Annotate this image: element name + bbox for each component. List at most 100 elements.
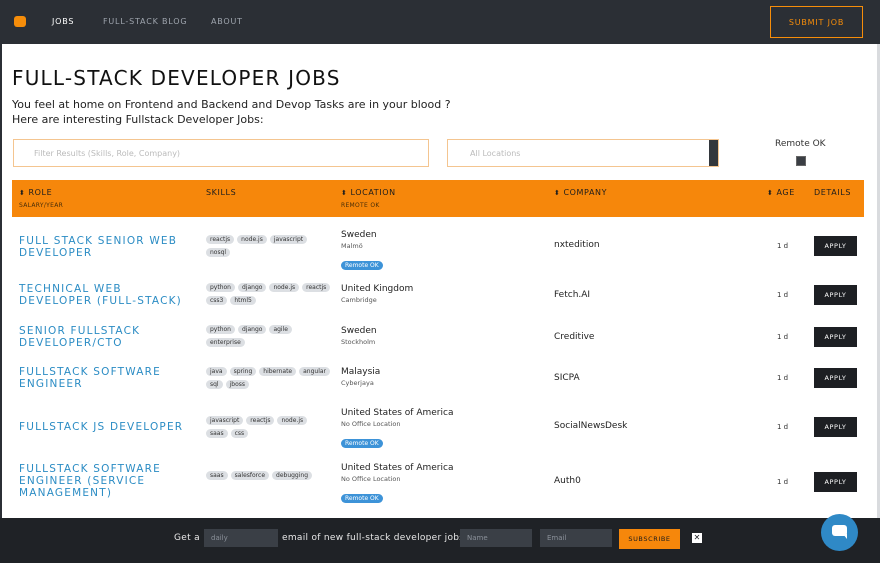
job-location: United States of America No Office Locat… [341, 407, 541, 449]
skill-tags: saas salesforce debugging [206, 471, 334, 484]
job-location: Malaysia Cyberjaya [341, 366, 541, 389]
skill-tags: python django node.js reactjs css3 html5 [206, 283, 334, 309]
frequency-select[interactable]: daily [204, 529, 278, 547]
job-age: 1 d [777, 333, 789, 341]
sort-icon: ⬍ [19, 189, 26, 197]
search-input[interactable]: Filter Results (Skills, Role, Company) [13, 139, 429, 167]
skill-tag[interactable]: java [206, 367, 227, 376]
skill-tag[interactable]: reactjs [302, 283, 331, 292]
job-role-link[interactable]: TECHNICAL WEB DEVELOPER (FULL-STACK) [19, 283, 199, 307]
skill-tag[interactable]: spring [229, 367, 257, 376]
company-name: Creditive [554, 332, 595, 342]
subscribe-button[interactable]: SUBSCRIBE [619, 529, 680, 549]
column-header-details: DETAILS [814, 188, 852, 197]
skill-tag[interactable]: nosql [206, 248, 231, 257]
job-location: Sweden Malmö Remote OK [341, 229, 541, 271]
skill-tag[interactable]: python [206, 283, 235, 292]
skill-tag[interactable]: node.js [277, 416, 308, 425]
job-location: Sweden Stockholm [341, 325, 541, 348]
skill-tag[interactable]: debugging [272, 471, 313, 480]
column-subheader-salary: SALARY/YEAR [19, 202, 64, 209]
skill-tags: reactjs node.js javascript nosql [206, 235, 334, 261]
dropdown-arrow-icon[interactable] [709, 140, 718, 166]
job-role-link[interactable]: FULLSTACK SOFTWARE ENGINEER (SERVICE MAN… [19, 463, 199, 499]
sort-icon: ⬍ [341, 189, 348, 197]
location-country: United States of America [341, 408, 454, 418]
skill-tag[interactable]: python [206, 325, 235, 334]
skill-tag[interactable]: salesforce [230, 471, 270, 480]
location-country: Sweden [341, 230, 377, 240]
job-age: 1 d [777, 478, 789, 486]
nav-link-jobs[interactable]: JOBS [52, 17, 74, 26]
submit-job-button[interactable]: SUBMIT JOB [770, 6, 863, 38]
skill-tags: java spring hibernate angular sql jboss [206, 367, 334, 393]
page-intro: You feel at home on Frontend and Backend… [12, 98, 451, 126]
skill-tag[interactable]: sql [206, 380, 223, 389]
chat-button[interactable] [821, 514, 858, 551]
skill-tag[interactable]: saas [206, 429, 228, 438]
nav-link-blog[interactable]: FULL-STACK BLOG [103, 17, 187, 26]
apply-button[interactable]: APPLY [814, 236, 857, 256]
apply-button[interactable]: APPLY [814, 368, 857, 388]
apply-button[interactable]: APPLY [814, 285, 857, 305]
email-input[interactable]: Email [540, 529, 612, 547]
name-input[interactable]: Name [460, 529, 532, 547]
company-name: Fetch.AI [554, 290, 591, 300]
job-location: United Kingdom Cambridge [341, 283, 541, 306]
location-country: United States of America [341, 463, 454, 473]
skill-tag[interactable]: html5 [230, 296, 256, 305]
job-role-link[interactable]: FULL STACK SENIOR WEB DEVELOPER [19, 235, 199, 259]
skill-tag[interactable]: reactjs [206, 235, 235, 244]
nav-link-about[interactable]: ABOUT [211, 17, 243, 26]
job-role-link[interactable]: FULLSTACK SOFTWARE ENGINEER [19, 366, 199, 390]
skill-tag[interactable]: node.js [269, 283, 300, 292]
job-role-link[interactable]: SENIOR FULLSTACK DEVELOPER/CTO [19, 325, 199, 349]
column-header-location-label: LOCATION [350, 188, 396, 197]
remote-ok-badge: Remote OK [341, 494, 383, 503]
table-header: ⬍ ROLE SALARY/YEAR SKILLS ⬍ LOCATION REMOT… [12, 180, 864, 217]
company-name: SocialNewsDesk [554, 421, 628, 431]
remote-ok-checkbox[interactable] [796, 156, 806, 166]
job-age: 1 d [777, 242, 789, 250]
skill-tag[interactable]: enterprise [206, 338, 245, 347]
column-header-company[interactable]: ⬍ COMPANY [554, 188, 607, 197]
apply-button[interactable]: APPLY [814, 472, 857, 492]
location-select-value: All Locations [470, 149, 521, 158]
job-age: 1 d [777, 374, 789, 382]
apply-button[interactable]: APPLY [814, 417, 857, 437]
column-header-role[interactable]: ⬍ ROLE [19, 188, 52, 197]
location-city: No Office Location [341, 475, 401, 483]
job-age: 1 d [777, 291, 789, 299]
skill-tag[interactable]: javascript [206, 416, 244, 425]
skill-tag[interactable]: javascript [269, 235, 308, 244]
column-header-age[interactable]: ⬍ AGE [767, 188, 795, 197]
location-select[interactable]: All Locations [447, 139, 719, 167]
skill-tag[interactable]: saas [206, 471, 228, 480]
skill-tag[interactable]: reactjs [246, 416, 275, 425]
top-navigation: JOBS FULL-STACK BLOG ABOUT SUBMIT JOB [0, 0, 880, 44]
skill-tag[interactable]: hibernate [259, 367, 297, 376]
skill-tag[interactable]: jboss [225, 380, 250, 389]
skill-tag[interactable]: django [238, 283, 267, 292]
column-header-location[interactable]: ⬍ LOCATION [341, 188, 396, 197]
location-country: United Kingdom [341, 284, 414, 294]
apply-button[interactable]: APPLY [814, 327, 857, 347]
chat-bubble-tail [843, 534, 847, 539]
skill-tag[interactable]: agile [269, 325, 292, 334]
sort-icon: ⬍ [767, 189, 774, 197]
close-icon[interactable]: ✕ [692, 533, 702, 543]
job-age: 1 d [777, 423, 789, 431]
skill-tags: javascript reactjs node.js saas css [206, 416, 334, 442]
skill-tag[interactable]: css3 [206, 296, 228, 305]
subscribe-text: email of new full-stack developer jobs [282, 533, 465, 543]
skill-tag[interactable]: angular [299, 367, 331, 376]
column-header-company-label: COMPANY [563, 188, 608, 197]
remote-ok-badge: Remote OK [341, 261, 383, 270]
skill-tag[interactable]: node.js [237, 235, 267, 244]
skill-tag[interactable]: django [238, 325, 267, 334]
logo-icon[interactable] [14, 16, 26, 27]
job-role-link[interactable]: FULLSTACK JS DEVELOPER [19, 421, 199, 433]
company-name: SICPA [554, 373, 580, 383]
skill-tag[interactable]: css [230, 429, 249, 438]
column-header-skills: SKILLS [206, 188, 237, 197]
